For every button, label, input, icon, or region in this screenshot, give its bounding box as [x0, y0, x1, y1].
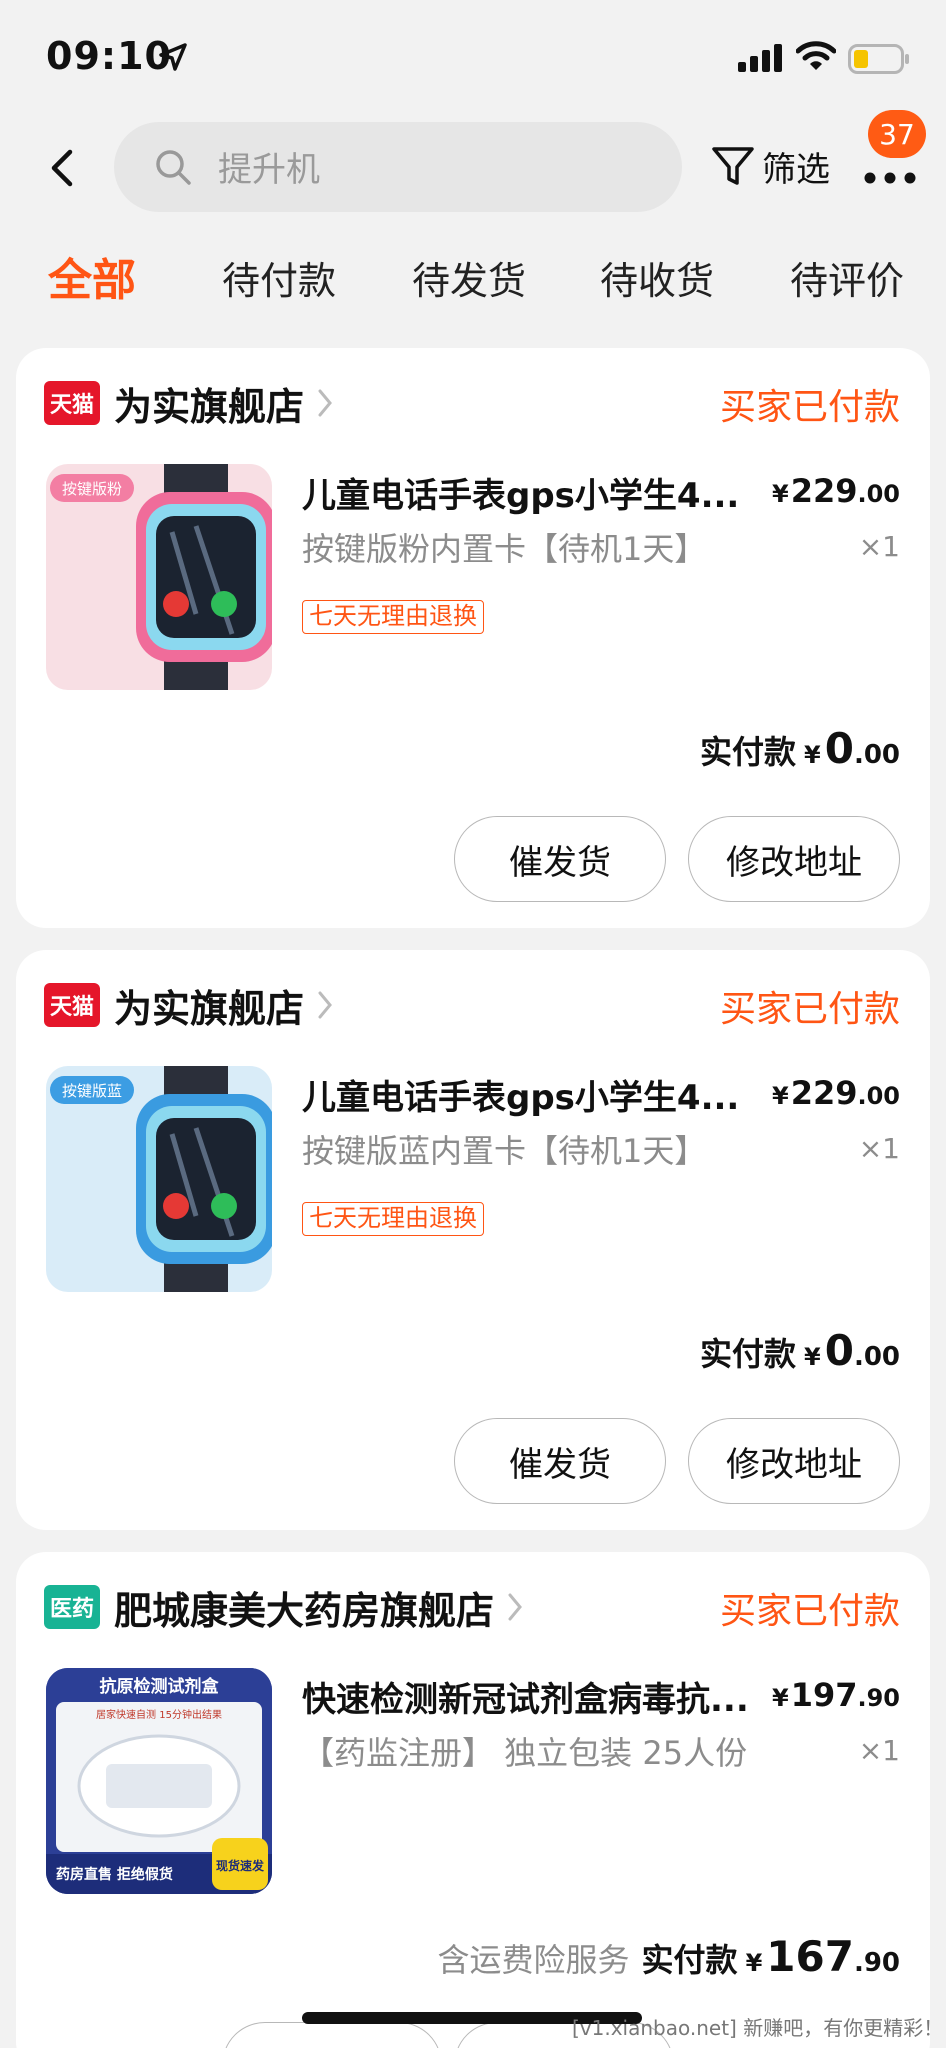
tmall-logo: 天猫 [44, 983, 100, 1027]
order-card[interactable]: 天猫 为实旗舰店 买家已付款 按键版粉 儿童电话手表gps小学生4... ¥22… [16, 348, 930, 928]
price-currency: ¥ [771, 1684, 789, 1712]
product-price: ¥197.90 [772, 1676, 900, 1714]
price-currency: ¥ [771, 1082, 789, 1110]
filter-icon [712, 147, 754, 185]
store-header[interactable]: 天猫 为实旗舰店 [44, 980, 334, 1031]
search-header: 提升机 筛选 [0, 118, 946, 218]
store-header[interactable]: 天猫 为实旗舰店 [44, 378, 334, 429]
product-thumbnail[interactable]: 抗原检测试剂盒 居家快速自测 15分钟出结果 药房直售 拒绝假货 现货速发 [46, 1668, 272, 1894]
price-integer: 229 [790, 1074, 858, 1112]
product-quantity: ×1 [858, 530, 900, 563]
paid-currency: ¥ [804, 1343, 821, 1371]
battery-icon [848, 44, 909, 74]
thumb-label: 按键版粉 [62, 480, 122, 498]
price-decimal: .00 [857, 1082, 900, 1110]
store-header[interactable]: 医药 肥城康美大药房旗舰店 [44, 1582, 524, 1633]
order-action-button[interactable] [222, 2022, 442, 2048]
price-currency: ¥ [771, 480, 789, 508]
order-tabs: 全部 待付款 待发货 待收货 待评价 [0, 238, 946, 318]
return-policy-tag: 七天无理由退换 [302, 600, 484, 634]
thumb-title: 抗原检测试剂盒 [100, 1676, 220, 1697]
product-thumbnail[interactable]: 按键版蓝 [46, 1066, 272, 1292]
shipping-insurance-note: 含运费险服务 [437, 1941, 630, 1979]
test-kit-image: 抗原检测试剂盒 居家快速自测 15分钟出结果 药房直售 拒绝假货 现货速发 [46, 1668, 272, 1894]
status-time: 09:10 [46, 34, 172, 78]
chevron-right-icon [508, 1593, 522, 1621]
tab-pending-receipt[interactable]: 待收货 [600, 250, 714, 305]
wifi-icon [796, 41, 836, 70]
paid-label: 实付款 [641, 1941, 738, 1979]
tab-pending-review[interactable]: 待评价 [790, 250, 904, 305]
watch-image: 按键版粉 [50, 464, 272, 690]
paid-integer: 167 [766, 1932, 854, 1981]
paid-currency: ¥ [745, 1949, 763, 1977]
filter-button[interactable]: 筛选 [710, 138, 830, 194]
modify-address-button[interactable]: 修改地址 [688, 1418, 900, 1504]
urge-shipment-button[interactable]: 催发货 [454, 1418, 666, 1504]
paid-decimal: .00 [853, 740, 900, 770]
price-decimal: .00 [857, 480, 900, 508]
store-name: 为实旗舰店 [114, 384, 305, 429]
search-icon [156, 150, 191, 185]
search-placeholder: 提升机 [218, 150, 320, 190]
tab-pending-payment[interactable]: 待付款 [222, 250, 336, 305]
status-bar: 09:10 [0, 0, 946, 110]
tab-pending-shipment[interactable]: 待发货 [412, 250, 526, 305]
order-status: 买家已付款 [719, 989, 900, 1030]
price-decimal: .90 [857, 1684, 900, 1712]
thumb-subtitle: 居家快速自测 15分钟出结果 [96, 1708, 222, 1721]
paid-decimal: .00 [853, 1342, 900, 1372]
order-status: 买家已付款 [719, 1591, 900, 1632]
paid-integer: 0 [824, 1326, 854, 1375]
chevron-right-icon [318, 389, 332, 417]
location-arrow-icon [159, 43, 187, 71]
product-quantity: ×1 [858, 1734, 900, 1767]
product-price: ¥229.00 [772, 1074, 900, 1112]
price-integer: 229 [790, 472, 858, 510]
store-name: 为实旗舰店 [114, 986, 305, 1031]
product-thumbnail[interactable]: 按键版粉 [46, 464, 272, 690]
order-card[interactable]: 天猫 为实旗舰店 买家已付款 按键版蓝 儿童电话手表gps小学生4... ¥22… [16, 950, 930, 1530]
thumb-label: 按键版蓝 [62, 1082, 122, 1100]
product-title[interactable]: 快速检测新冠试剂盒病毒抗... [302, 1672, 772, 1721]
product-sku: 按键版粉内置卡【待机1天】 [302, 530, 707, 568]
back-arrow-icon[interactable] [44, 144, 84, 192]
pharmacy-logo: 医药 [44, 1585, 100, 1629]
store-name: 肥城康美大药房旗舰店 [114, 1588, 495, 1633]
product-quantity: ×1 [858, 1132, 900, 1165]
price-integer: 197 [790, 1676, 858, 1714]
paid-label: 实付款 [699, 1335, 796, 1373]
paid-amount-row: 实付款 ¥ 0 .00 [700, 724, 900, 773]
modify-address-button[interactable]: 修改地址 [688, 816, 900, 902]
order-status: 买家已付款 [719, 387, 900, 428]
return-policy-tag: 七天无理由退换 [302, 1202, 484, 1236]
paid-amount-row: 实付款 ¥ 0 .00 [700, 1326, 900, 1375]
tmall-logo: 天猫 [44, 381, 100, 425]
product-price: ¥229.00 [772, 472, 900, 510]
paid-decimal: .90 [853, 1948, 900, 1978]
paid-label: 实付款 [699, 733, 796, 771]
watermark: [v1.xianbao.net] 新赚吧，有你更精彩！ [572, 2016, 944, 2040]
product-sku: 按键版蓝内置卡【待机1天】 [302, 1132, 707, 1170]
signal-icon [738, 44, 782, 72]
product-title[interactable]: 儿童电话手表gps小学生4... [302, 468, 772, 517]
thumb-bottom-text: 药房直售 拒绝假货 [56, 1866, 173, 1883]
tab-all[interactable]: 全部 [48, 244, 136, 308]
search-input[interactable]: 提升机 [114, 122, 682, 212]
message-count-badge: 37 [868, 110, 926, 158]
chevron-right-icon [318, 991, 332, 1019]
paid-amount-row: 含运费险服务 实付款 ¥ 167 .90 [438, 1932, 900, 1981]
product-sku: 【药监注册】 独立包装 25人份 [302, 1734, 748, 1772]
urge-shipment-button[interactable]: 催发货 [454, 816, 666, 902]
watch-image: 按键版蓝 [50, 1066, 272, 1292]
paid-currency: ¥ [804, 741, 821, 769]
filter-label: 筛选 [762, 149, 830, 190]
thumb-badge: 现货速发 [216, 1858, 265, 1873]
paid-integer: 0 [824, 724, 854, 773]
order-card[interactable]: 医药 肥城康美大药房旗舰店 买家已付款 抗原检测试剂盒 居家快速自测 15分钟出… [16, 1552, 930, 2048]
product-title[interactable]: 儿童电话手表gps小学生4... [302, 1070, 772, 1119]
